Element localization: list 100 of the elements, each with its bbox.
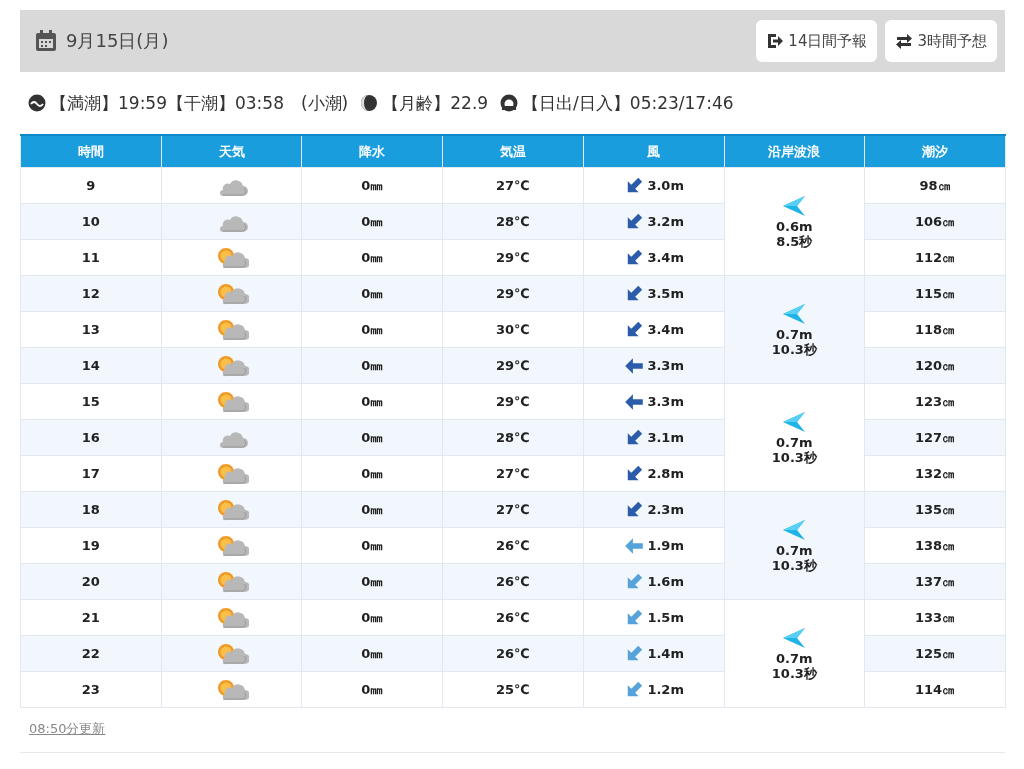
update-link[interactable]: 08:50分更新 <box>29 721 106 736</box>
column-header: 天気 <box>161 135 302 168</box>
table-cell: 25℃ <box>442 671 584 708</box>
table-cell: 0㎜ <box>301 455 443 492</box>
calendar-icon <box>34 29 58 53</box>
wind-speed: 3.3m <box>647 358 684 373</box>
table-cell: 16 <box>20 419 162 456</box>
table-cell: 135㎝ <box>864 491 1006 528</box>
swap-arrows-icon <box>895 32 914 50</box>
wave-period: 10.3秒 <box>770 341 818 357</box>
table-cell: 30℃ <box>442 311 584 348</box>
wave-height: 0.7m <box>775 650 814 666</box>
table-cell: 28℃ <box>442 203 584 240</box>
table-cell: 0㎜ <box>301 599 443 636</box>
forecast-button[interactable]: 3時間予想 <box>885 20 997 62</box>
table-cell: 17 <box>20 455 162 492</box>
sunrise-icon <box>500 94 519 112</box>
wave-height: 0.7m <box>775 434 814 450</box>
table-cell: 0㎜ <box>301 635 443 672</box>
table-cell: 0㎜ <box>301 527 443 564</box>
table-cell: 0㎜ <box>301 275 443 312</box>
table-cell: 26℃ <box>442 635 584 672</box>
table-cell: 0㎜ <box>301 239 443 276</box>
table-cell: 13 <box>20 311 162 348</box>
wind-speed: 3.0m <box>647 178 684 193</box>
table-cell: 23 <box>20 671 162 708</box>
table-cell: 22 <box>20 635 162 672</box>
table-cell: 26℃ <box>442 563 584 600</box>
wave-height: 0.7m <box>775 542 814 558</box>
table-cell: 9 <box>20 167 162 204</box>
forecast-button[interactable]: 14日間予報 <box>756 20 878 62</box>
wave-direction-icon <box>782 410 807 433</box>
table-cell: 0㎜ <box>301 167 443 204</box>
column-header: 潮汐 <box>864 135 1006 168</box>
table-cell: 29℃ <box>442 275 584 312</box>
table-cell: 112㎝ <box>864 239 1006 276</box>
table-cell: 27℃ <box>442 455 584 492</box>
table-cell: 132㎝ <box>864 455 1006 492</box>
column-header: 沿岸波浪 <box>724 135 865 168</box>
column-header: 風 <box>583 135 724 168</box>
table-cell: 0㎜ <box>301 491 443 528</box>
table-cell: 120㎝ <box>864 347 1006 384</box>
wind-speed: 1.9m <box>647 538 684 553</box>
info-text: 【月齢】22.9 <box>382 91 489 115</box>
wave-direction-icon <box>782 626 807 649</box>
table-cell: 29℃ <box>442 383 584 420</box>
wind-speed: 1.6m <box>647 574 684 589</box>
column-header: 降水 <box>301 135 443 168</box>
table-cell: 29℃ <box>442 347 584 384</box>
table-cell: 29℃ <box>442 239 584 276</box>
table-cell: 14 <box>20 347 162 384</box>
table-cell: 27℃ <box>442 491 584 528</box>
table-cell: 11 <box>20 239 162 276</box>
wave-direction-icon <box>782 518 807 541</box>
wind-speed: 3.2m <box>647 214 684 229</box>
table-cell: 27℃ <box>442 167 584 204</box>
moon-phase-icon <box>360 94 379 112</box>
table-cell: 138㎝ <box>864 527 1006 564</box>
table-cell: 26℃ <box>442 599 584 636</box>
table-cell: 0㎜ <box>301 347 443 384</box>
table-cell: 0㎜ <box>301 563 443 600</box>
wave-period: 8.5秒 <box>775 233 814 249</box>
wind-speed: 3.5m <box>647 286 684 301</box>
date-label: 9月15日(月) <box>66 29 169 53</box>
table-cell: 118㎝ <box>864 311 1006 348</box>
wave-period: 10.3秒 <box>770 665 818 681</box>
wind-speed: 2.8m <box>647 466 684 481</box>
table-cell: 98㎝ <box>864 167 1006 204</box>
wind-speed: 1.4m <box>647 646 684 661</box>
table-cell: 115㎝ <box>864 275 1006 312</box>
wind-speed: 3.4m <box>647 250 684 265</box>
table-cell: 127㎝ <box>864 419 1006 456</box>
tide-icon <box>28 94 46 112</box>
wave-direction-icon <box>782 194 807 217</box>
column-header: 時間 <box>20 135 162 168</box>
wind-speed: 3.3m <box>647 394 684 409</box>
wave-period: 10.3秒 <box>770 449 818 465</box>
wind-speed: 3.4m <box>647 322 684 337</box>
table-cell: 137㎝ <box>864 563 1006 600</box>
table-cell: 0㎜ <box>301 419 443 456</box>
wind-speed: 1.5m <box>647 610 684 625</box>
wind-speed: 3.1m <box>647 430 684 445</box>
table-cell: 125㎝ <box>864 635 1006 672</box>
table-cell: 133㎝ <box>864 599 1006 636</box>
table-cell: 10 <box>20 203 162 240</box>
table-cell: 0㎜ <box>301 671 443 708</box>
wave-period: 10.3秒 <box>770 557 818 573</box>
wind-speed: 1.2m <box>647 682 684 697</box>
wave-height: 0.6m <box>775 218 814 234</box>
table-cell: 28℃ <box>442 419 584 456</box>
table-cell: 0㎜ <box>301 383 443 420</box>
table-cell: 15 <box>20 383 162 420</box>
table-cell: 0㎜ <box>301 203 443 240</box>
table-cell: 19 <box>20 527 162 564</box>
table-cell: 12 <box>20 275 162 312</box>
exit-icon <box>766 32 785 50</box>
info-text: 【満潮】19:59【干潮】03:58 (小潮) <box>50 91 349 115</box>
wind-speed: 2.3m <box>647 502 684 517</box>
table-cell: 123㎝ <box>864 383 1006 420</box>
wave-direction-icon <box>782 302 807 325</box>
